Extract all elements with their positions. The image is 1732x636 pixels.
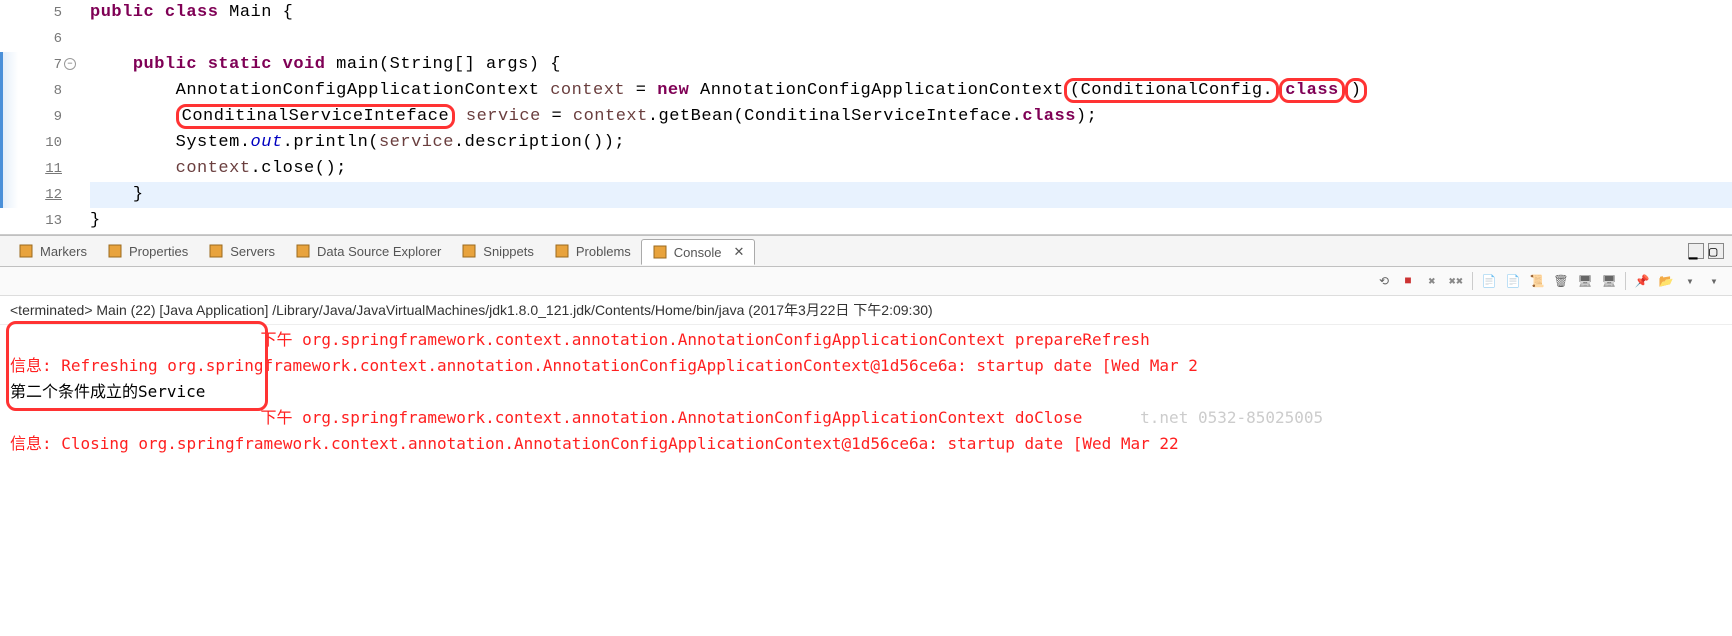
code-line[interactable]: public static void main(String[] args) { [90,52,1732,78]
tab-label: Servers [230,244,275,259]
display2-button[interactable]: 🖥 [1599,271,1619,291]
console-line: 信息: Refreshing org.springframework.conte… [10,353,1722,379]
snippets-icon [461,243,477,259]
console-output[interactable]: 下午 org.springframework.context.annotatio… [0,325,1732,459]
line-number: 6 [0,26,62,52]
line-gutter: 567−8910111213 [0,0,70,234]
console-run-header: <terminated> Main (22) [Java Application… [0,296,1732,325]
minimize-view-button[interactable]: ▁ [1688,243,1704,259]
console-line: 下午 org.springframework.context.annotatio… [10,327,1722,353]
view-window-controls: ▁ ▢ [1688,243,1724,259]
tab-snippets[interactable]: Snippets [451,238,544,264]
line-number: 11 [0,156,62,182]
line-number: 5 [0,0,62,26]
code-line[interactable]: AnnotationConfigApplicationContext conte… [90,78,1732,104]
code-line[interactable]: public class Main { [90,0,1732,26]
console-line: 下午 org.springframework.context.annotatio… [10,405,1722,431]
code-content[interactable]: public class Main { public static void m… [70,0,1732,234]
servers-icon [208,243,224,259]
refresh-button[interactable]: ⟲ [1374,271,1394,291]
doc-green-button[interactable]: 📄 [1503,271,1523,291]
views-tab-bar: Markers Properties Servers Data Source Expl… [0,235,1732,267]
pin-button[interactable]: 📌 [1632,271,1652,291]
watermark-text: t.net 0532-85025005 [1082,408,1323,427]
console-line: 第二个条件成立的Service [10,379,1722,405]
console-icon [652,244,668,260]
code-line[interactable] [90,26,1732,52]
tab-label: Console [674,245,722,260]
remove-xx-button[interactable]: ✖✖ [1446,271,1466,291]
console-toolbar: ⟲■✖✖✖📄📄📜🗑🖥🖥📌📂▾▾ [0,267,1732,296]
code-line[interactable]: } [90,208,1732,234]
scroll-button[interactable]: 📜 [1527,271,1547,291]
tab-data-source-explorer[interactable]: Data Source Explorer [285,238,451,264]
tab-problems[interactable]: Problems [544,238,641,264]
console-line: 信息: Closing org.springframework.context.… [10,431,1722,457]
maximize-view-button[interactable]: ▢ [1708,243,1724,259]
display-button[interactable]: 🖥 [1575,271,1595,291]
tab-label: Properties [129,244,188,259]
line-number: 9 [0,104,62,130]
line-number: 8 [0,78,62,104]
clear-button[interactable]: 🗑 [1551,271,1571,291]
tab-markers[interactable]: Markers [8,238,97,264]
doc-lock-button[interactable]: 📄 [1479,271,1499,291]
tab-label: Problems [576,244,631,259]
code-line[interactable]: System.out.println(service.description()… [90,130,1732,156]
datasource-icon [295,243,311,259]
code-line[interactable]: context.close(); [90,156,1732,182]
line-number: 7− [0,52,62,78]
tab-label: Markers [40,244,87,259]
tab-label: Data Source Explorer [317,244,441,259]
properties-icon [107,243,123,259]
code-editor[interactable]: 567−8910111213 public class Main { publi… [0,0,1732,235]
stop-button[interactable]: ■ [1398,271,1418,291]
fold-toggle-icon[interactable]: − [64,58,76,70]
close-tab-icon[interactable]: ✕ [734,244,745,260]
markers-icon [18,243,34,259]
tab-label: Snippets [483,244,534,259]
problems-icon [554,243,570,259]
line-number: 10 [0,130,62,156]
line-number: 12 [0,182,62,208]
open-button[interactable]: 📂 [1656,271,1676,291]
dropdown-button[interactable]: ▾ [1680,271,1700,291]
tab-console[interactable]: Console ✕ [641,239,756,265]
code-line[interactable]: ConditinalServiceInteface service = cont… [90,104,1732,130]
line-number: 13 [0,208,62,234]
remove-x-button[interactable]: ✖ [1422,271,1442,291]
code-line[interactable]: } [90,182,1732,208]
tab-properties[interactable]: Properties [97,238,198,264]
dropdown2-button[interactable]: ▾ [1704,271,1724,291]
tab-servers[interactable]: Servers [198,238,285,264]
